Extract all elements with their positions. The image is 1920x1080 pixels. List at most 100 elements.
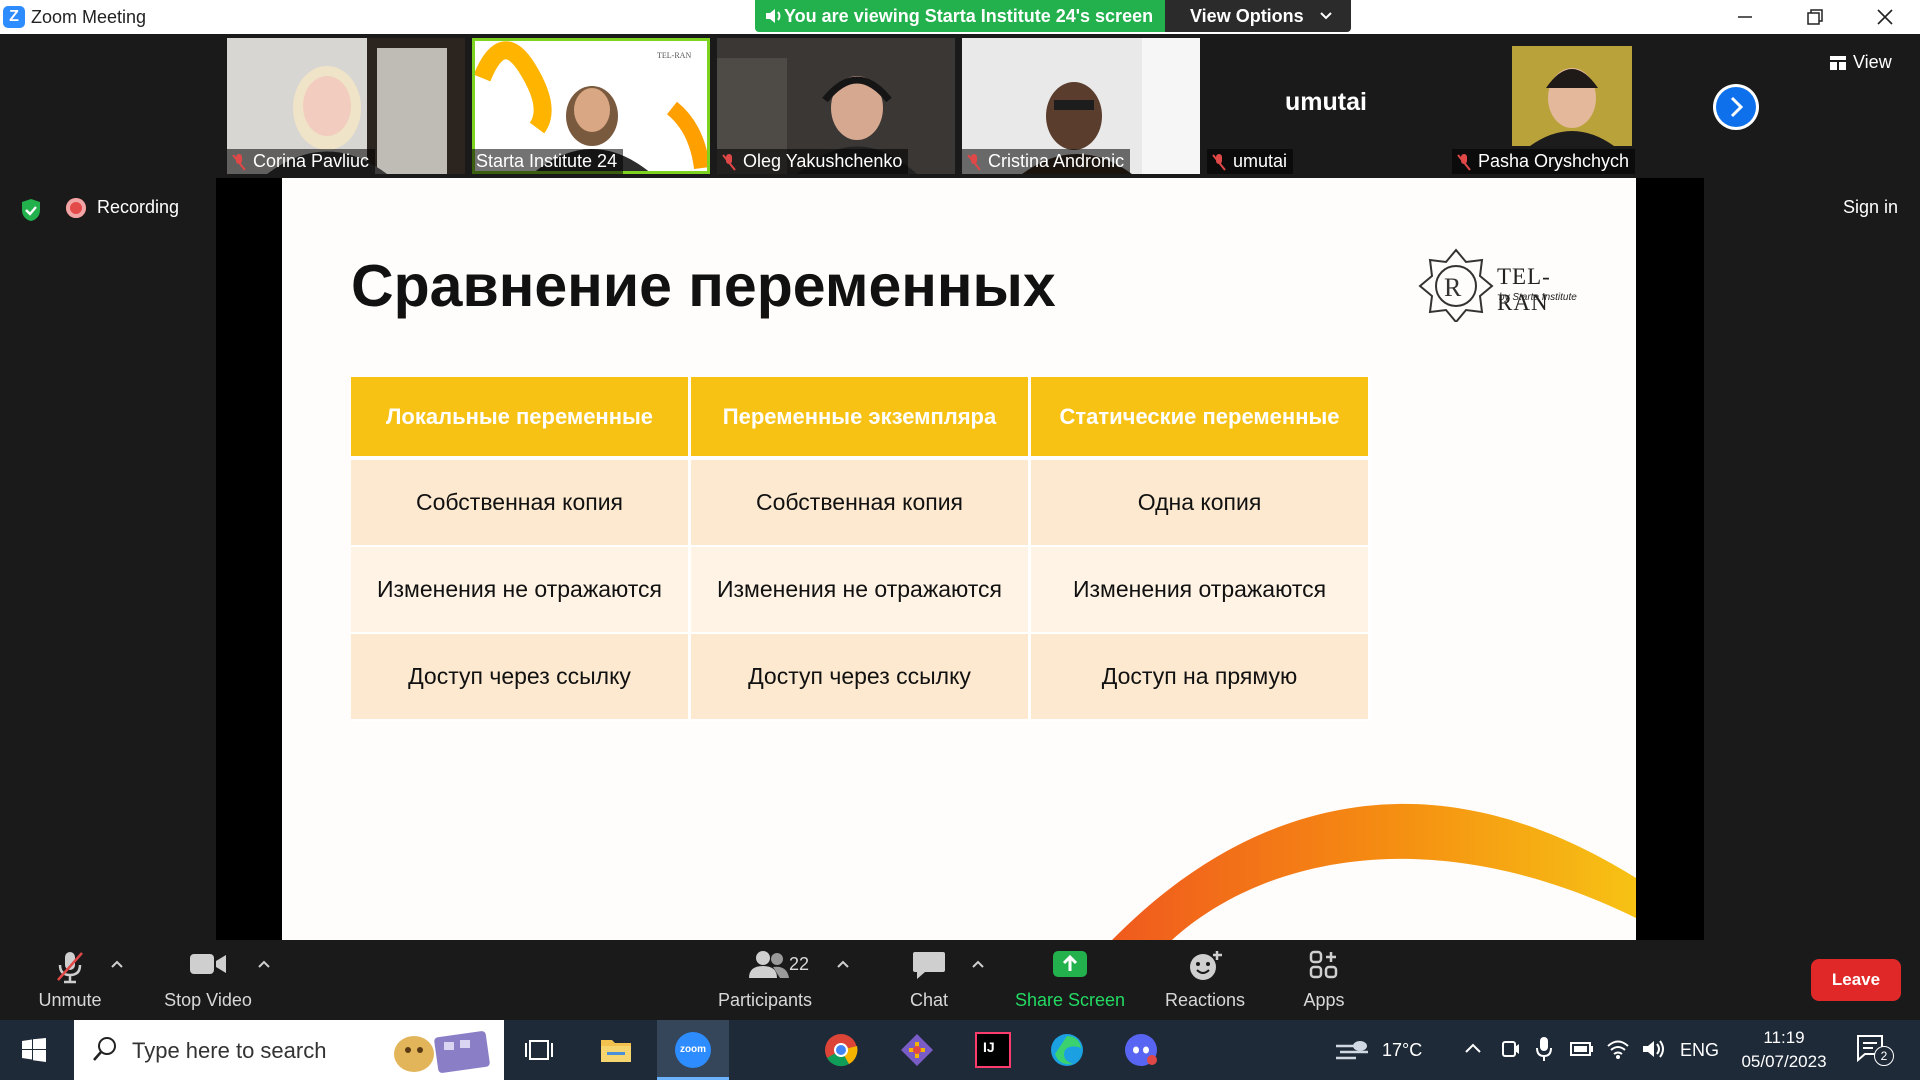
participant-name: Cristina Andronic <box>988 151 1125 171</box>
muted-microphone-icon <box>57 952 83 984</box>
table-row: Собственная копия Собственная копия Одна… <box>351 458 1371 547</box>
participants-icon <box>749 951 789 978</box>
next-page-button[interactable] <box>1713 84 1759 130</box>
recording-indicator[interactable]: Recording <box>66 197 179 218</box>
clock-time: 11:19 <box>1763 1028 1805 1047</box>
clock-date: 05/07/2023 <box>1741 1052 1827 1071</box>
share-screen-button[interactable]: Share Screen <box>1010 940 1130 1020</box>
unmute-button[interactable]: Unmute <box>20 940 120 1020</box>
table-cell: Доступ через ссылку <box>689 633 1031 721</box>
participant-name: Corina Pavliuc <box>253 151 370 171</box>
participant-tile[interactable]: Pasha Oryshchych <box>1452 38 1690 174</box>
table-cell: Собственная копия <box>689 458 1031 547</box>
reactions-button[interactable]: Reactions <box>1152 940 1258 1020</box>
share-screen-icon <box>1053 951 1087 977</box>
participants-label: Participants <box>717 990 813 1010</box>
muted-mic-icon <box>722 153 736 171</box>
svg-text:R: R <box>1444 273 1462 302</box>
participants-button[interactable]: 22 Participants <box>705 940 825 1020</box>
shield-check-icon[interactable] <box>20 198 42 222</box>
apps-label: Apps <box>1303 990 1345 1010</box>
chevron-right-icon <box>1730 96 1744 118</box>
grid-view-icon <box>1830 55 1846 70</box>
battery-icon[interactable] <box>1570 1040 1594 1058</box>
tel-ran-emblem-icon: R <box>1418 248 1494 324</box>
participant-tile[interactable]: Corina Pavliuc <box>227 38 465 174</box>
participant-tile-active-speaker[interactable]: TEL-RAN Starta Institute 24 <box>472 38 710 174</box>
view-layout-button[interactable]: View <box>1830 52 1892 73</box>
microphone-tray-icon[interactable] <box>1536 1036 1552 1062</box>
weather-temperature[interactable]: 17°C <box>1382 1040 1422 1061</box>
muted-mic-icon <box>1212 153 1226 171</box>
participant-name: Pasha Oryshchych <box>1478 151 1630 171</box>
weather-icon[interactable] <box>1334 1038 1370 1062</box>
view-options-label: View Options <box>1190 6 1304 26</box>
apps-button[interactable]: Apps <box>1284 940 1364 1020</box>
chrome-icon[interactable] <box>823 1032 859 1068</box>
meet-now-icon[interactable] <box>1500 1038 1520 1062</box>
chat-options-caret-icon[interactable] <box>971 959 985 969</box>
taskbar-zoom-active[interactable]: zoom <box>657 1020 729 1080</box>
table-cell: Одна копия <box>1029 458 1371 547</box>
search-highlight-illustration-icon <box>394 1031 490 1073</box>
view-options-button[interactable]: View Options <box>1165 0 1351 32</box>
speaker-icon <box>766 9 781 23</box>
chat-bubble-icon <box>913 952 945 979</box>
taskbar-search-box[interactable]: Type here to search <box>74 1020 504 1080</box>
intellij-idea-icon[interactable]: IJ <box>975 1032 1011 1068</box>
stop-video-button[interactable]: Stop Video <box>148 940 268 1020</box>
table-header-cell: Локальные переменные <box>351 377 691 460</box>
table-row: Доступ через ссылку Доступ через ссылку … <box>351 633 1371 721</box>
participant-tile[interactable]: Cristina Andronic <box>962 38 1200 174</box>
close-button[interactable] <box>1850 0 1920 34</box>
table-cell: Изменения отражаются <box>1029 546 1371 634</box>
video-options-caret-icon[interactable] <box>257 959 271 969</box>
chat-button[interactable]: Chat <box>889 940 969 1020</box>
file-explorer-icon[interactable] <box>598 1032 634 1068</box>
table-cell: Доступ через ссылку <box>351 633 691 721</box>
zoom-app-icon: zoom <box>675 1032 711 1068</box>
windows-taskbar: Type here to search zoom IJ 17°C ENG 11:… <box>0 1020 1920 1080</box>
chat-label: Chat <box>909 990 949 1010</box>
wifi-icon[interactable] <box>1606 1038 1630 1060</box>
audio-options-caret-icon[interactable] <box>110 959 124 969</box>
muted-mic-icon <box>232 153 246 171</box>
sign-in-link[interactable]: Sign in <box>1843 197 1898 218</box>
participant-name: umutai <box>1233 151 1288 171</box>
input-language[interactable]: ENG <box>1680 1040 1719 1061</box>
search-placeholder: Type here to search <box>132 1038 327 1063</box>
participant-tile[interactable]: Oleg Yakushchenko <box>717 38 955 174</box>
taskbar-clock[interactable]: 11:19 05/07/2023 <box>1734 1026 1834 1074</box>
table-cell: Изменения не отражаются <box>351 546 691 634</box>
notification-center-button[interactable]: 2 <box>1856 1034 1894 1066</box>
minimize-icon <box>1738 16 1752 18</box>
share-screen-label: Share Screen <box>1014 990 1126 1010</box>
comparison-table: Локальные переменные Переменные экземпля… <box>351 377 1371 721</box>
task-view-icon[interactable] <box>522 1032 558 1068</box>
restore-button[interactable] <box>1780 0 1850 34</box>
presentation-slide: Сравнение переменных R TEL-RAN by Starta… <box>282 178 1636 940</box>
chevron-up-icon[interactable] <box>1464 1042 1482 1054</box>
volume-icon[interactable] <box>1641 1038 1665 1060</box>
muted-mic-icon <box>967 153 981 171</box>
discord-icon[interactable] <box>1123 1032 1159 1068</box>
git-app-icon[interactable] <box>899 1032 935 1068</box>
view-label: View <box>1853 52 1892 72</box>
participant-name-tag: Starta Institute 24 <box>472 149 624 174</box>
reactions-label: Reactions <box>1164 990 1246 1010</box>
slide-title: Сравнение переменных <box>351 253 1056 319</box>
tel-ran-logo: R TEL-RAN by Starta Institute <box>1417 246 1592 326</box>
search-icon <box>93 1037 116 1061</box>
minimize-button[interactable] <box>1710 0 1780 34</box>
share-banner-text: You are viewing Starta Institute 24's sc… <box>784 6 1154 26</box>
participant-tile[interactable]: umutai umutai <box>1207 38 1445 174</box>
windows-start-icon[interactable] <box>22 1038 46 1062</box>
participants-count: 22 <box>789 954 810 974</box>
recording-dot-icon <box>66 197 86 218</box>
reactions-smiley-icon <box>1190 951 1222 980</box>
edge-icon[interactable] <box>1049 1032 1085 1068</box>
participants-options-caret-icon[interactable] <box>836 959 850 969</box>
leave-button[interactable]: Leave <box>1811 959 1901 1001</box>
meeting-controls: Unmute Stop Video 22 Participants Chat S… <box>0 940 1920 1020</box>
chevron-down-icon <box>1320 12 1332 20</box>
